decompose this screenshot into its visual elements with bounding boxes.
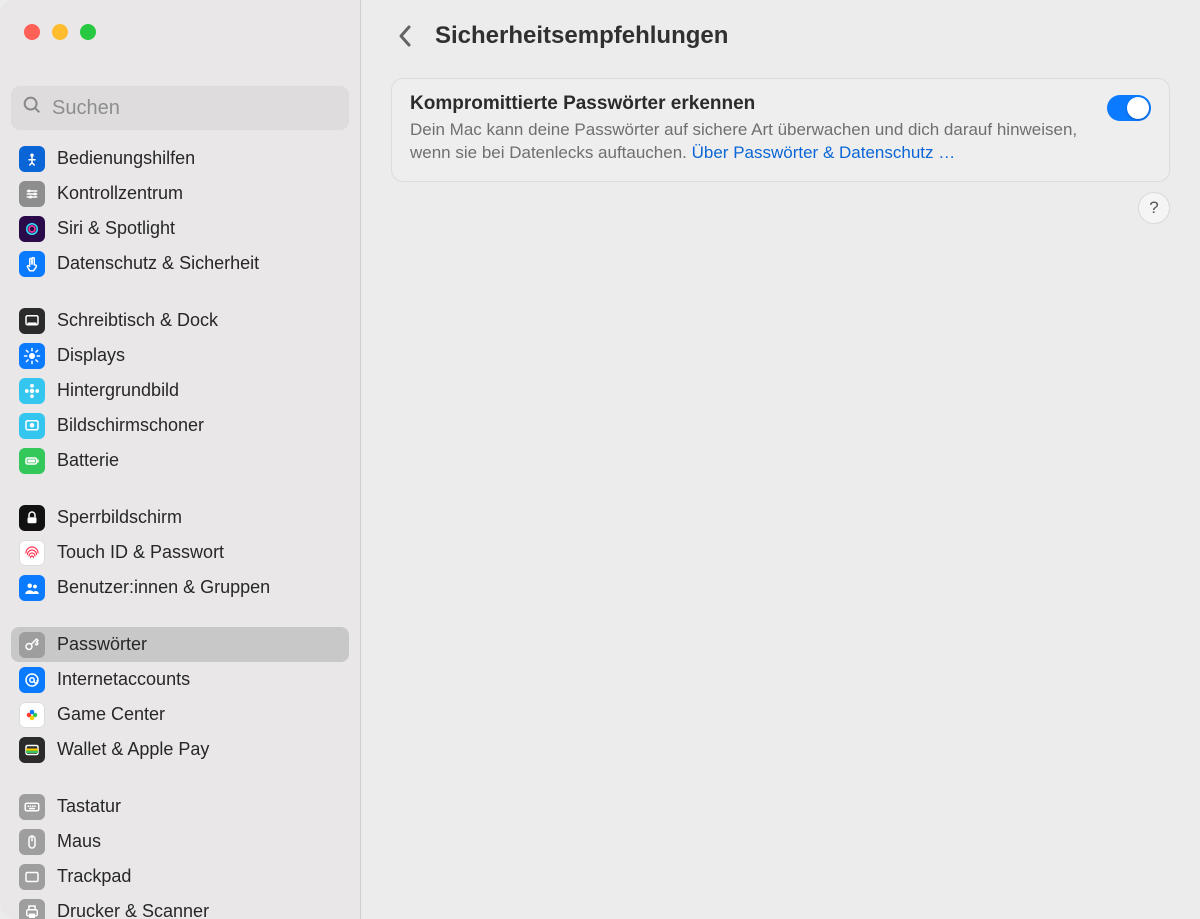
sidebar-item-touch-id-passwort[interactable]: Touch ID & Passwort bbox=[11, 535, 349, 570]
back-button[interactable] bbox=[391, 16, 421, 56]
sidebar-item-displays[interactable]: Displays bbox=[11, 338, 349, 373]
page-title: Sicherheitsempfehlungen bbox=[435, 22, 728, 50]
sidebar: Bedienungshilfen Kontrollzentrum Siri & Sp… bbox=[0, 0, 361, 919]
batterie-icon bbox=[19, 448, 45, 474]
fullscreen-window-button[interactable] bbox=[80, 24, 96, 40]
sidebar-item-datenschutz-sicherheit[interactable]: Datenschutz & Sicherheit bbox=[11, 246, 349, 281]
detect-compromised-passwords-card: Kompromittierte Passwörter erkennen Dein… bbox=[391, 78, 1170, 182]
wallet-apple-pay-icon bbox=[19, 737, 45, 763]
sidebar-item-label: Bildschirmschoner bbox=[57, 415, 204, 436]
passwords-privacy-link[interactable]: Über Passwörter & Datenschutz … bbox=[692, 143, 956, 162]
sidebar-item-label: Hintergrundbild bbox=[57, 380, 179, 401]
sidebar-item-label: Batterie bbox=[57, 450, 119, 471]
card-title: Kompromittierte Passwörter erkennen bbox=[410, 93, 1083, 115]
help-button[interactable]: ? bbox=[1138, 192, 1170, 224]
sidebar-item-label: Datenschutz & Sicherheit bbox=[57, 253, 259, 274]
sidebar-item-label: Siri & Spotlight bbox=[57, 218, 175, 239]
sidebar-item-tastatur[interactable]: Tastatur bbox=[11, 789, 349, 824]
sidebar-item-schreibtisch-dock[interactable]: Schreibtisch & Dock bbox=[11, 303, 349, 338]
sperrbildschirm-icon bbox=[19, 505, 45, 531]
sidebar-item-label: Schreibtisch & Dock bbox=[57, 310, 218, 331]
sidebar-item-benutzer-gruppen[interactable]: Benutzer:innen & Gruppen bbox=[11, 570, 349, 605]
sidebar-item-hintergrundbild[interactable]: Hintergrundbild bbox=[11, 373, 349, 408]
kontrollzentrum-icon bbox=[19, 181, 45, 207]
minimize-window-button[interactable] bbox=[52, 24, 68, 40]
question-mark-icon: ? bbox=[1149, 198, 1158, 218]
sidebar-item-game-center[interactable]: Game Center bbox=[11, 697, 349, 732]
benutzer-gruppen-icon bbox=[19, 575, 45, 601]
internetaccounts-icon bbox=[19, 667, 45, 693]
sidebar-item-label: Displays bbox=[57, 345, 125, 366]
search-input[interactable] bbox=[50, 96, 339, 121]
sidebar-item-label: Tastatur bbox=[57, 796, 121, 817]
bedienungshilfen-icon bbox=[19, 146, 45, 172]
schreibtisch-dock-icon bbox=[19, 308, 45, 334]
sidebar-item-label: Maus bbox=[57, 831, 101, 852]
chevron-left-icon bbox=[397, 23, 415, 49]
bildschirmschoner-icon bbox=[19, 413, 45, 439]
sidebar-item-label: Wallet & Apple Pay bbox=[57, 739, 209, 760]
sidebar-list[interactable]: Bedienungshilfen Kontrollzentrum Siri & Sp… bbox=[0, 138, 360, 919]
trackpad-icon bbox=[19, 864, 45, 890]
siri-spotlight-icon bbox=[19, 216, 45, 242]
sidebar-item-maus[interactable]: Maus bbox=[11, 824, 349, 859]
sidebar-group: Schreibtisch & Dock Displays Hintergrundbi… bbox=[0, 300, 360, 481]
sidebar-item-label: Internetaccounts bbox=[57, 669, 190, 690]
main-header: Sicherheitsempfehlungen bbox=[361, 0, 1200, 72]
sidebar-item-passwoerter[interactable]: Passwörter bbox=[11, 627, 349, 662]
sidebar-group: Bedienungshilfen Kontrollzentrum Siri & Sp… bbox=[0, 138, 360, 284]
close-window-button[interactable] bbox=[24, 24, 40, 40]
sidebar-item-label: Bedienungshilfen bbox=[57, 148, 195, 169]
sidebar-item-kontrollzentrum[interactable]: Kontrollzentrum bbox=[11, 176, 349, 211]
sidebar-group: Passwörter Internetaccounts Game Center Wal… bbox=[0, 624, 360, 770]
sidebar-item-label: Passwörter bbox=[57, 634, 147, 655]
search-icon bbox=[21, 94, 50, 122]
card-description: Dein Mac kann deine Passwörter auf siche… bbox=[410, 119, 1083, 165]
sidebar-item-label: Sperrbildschirm bbox=[57, 507, 182, 528]
content: Kompromittierte Passwörter erkennen Dein… bbox=[361, 72, 1200, 182]
sidebar-item-batterie[interactable]: Batterie bbox=[11, 443, 349, 478]
sidebar-item-label: Drucker & Scanner bbox=[57, 901, 209, 919]
sidebar-item-label: Game Center bbox=[57, 704, 165, 725]
datenschutz-sicherheit-icon bbox=[19, 251, 45, 277]
sidebar-item-drucker-scanner[interactable]: Drucker & Scanner bbox=[11, 894, 349, 919]
sidebar-item-trackpad[interactable]: Trackpad bbox=[11, 859, 349, 894]
passwoerter-icon bbox=[19, 632, 45, 658]
window-controls bbox=[0, 0, 360, 72]
sidebar-group: Tastatur Maus Trackpad Drucker & Scanner bbox=[0, 786, 360, 919]
sidebar-group: Sperrbildschirm Touch ID & Passwort Benutz… bbox=[0, 497, 360, 608]
drucker-scanner-icon bbox=[19, 899, 45, 919]
toggle-knob bbox=[1127, 97, 1149, 119]
sidebar-item-label: Trackpad bbox=[57, 866, 131, 887]
main-panel: Sicherheitsempfehlungen Kompromittierte … bbox=[361, 0, 1200, 919]
touch-id-passwort-icon bbox=[19, 540, 45, 566]
sidebar-item-wallet-apple-pay[interactable]: Wallet & Apple Pay bbox=[11, 732, 349, 767]
game-center-icon bbox=[19, 702, 45, 728]
maus-icon bbox=[19, 829, 45, 855]
displays-icon bbox=[19, 343, 45, 369]
sidebar-item-siri-spotlight[interactable]: Siri & Spotlight bbox=[11, 211, 349, 246]
sidebar-item-bedienungshilfen[interactable]: Bedienungshilfen bbox=[11, 141, 349, 176]
search-wrap bbox=[0, 72, 360, 138]
system-settings-window: Bedienungshilfen Kontrollzentrum Siri & Sp… bbox=[0, 0, 1200, 919]
sidebar-item-bildschirmschoner[interactable]: Bildschirmschoner bbox=[11, 408, 349, 443]
search-field[interactable] bbox=[11, 86, 349, 130]
sidebar-item-sperrbildschirm[interactable]: Sperrbildschirm bbox=[11, 500, 349, 535]
sidebar-item-internetaccounts[interactable]: Internetaccounts bbox=[11, 662, 349, 697]
sidebar-item-label: Benutzer:innen & Gruppen bbox=[57, 577, 270, 598]
sidebar-item-label: Kontrollzentrum bbox=[57, 183, 183, 204]
sidebar-item-label: Touch ID & Passwort bbox=[57, 542, 224, 563]
hintergrundbild-icon bbox=[19, 378, 45, 404]
detect-compromised-passwords-toggle[interactable] bbox=[1107, 95, 1151, 121]
tastatur-icon bbox=[19, 794, 45, 820]
